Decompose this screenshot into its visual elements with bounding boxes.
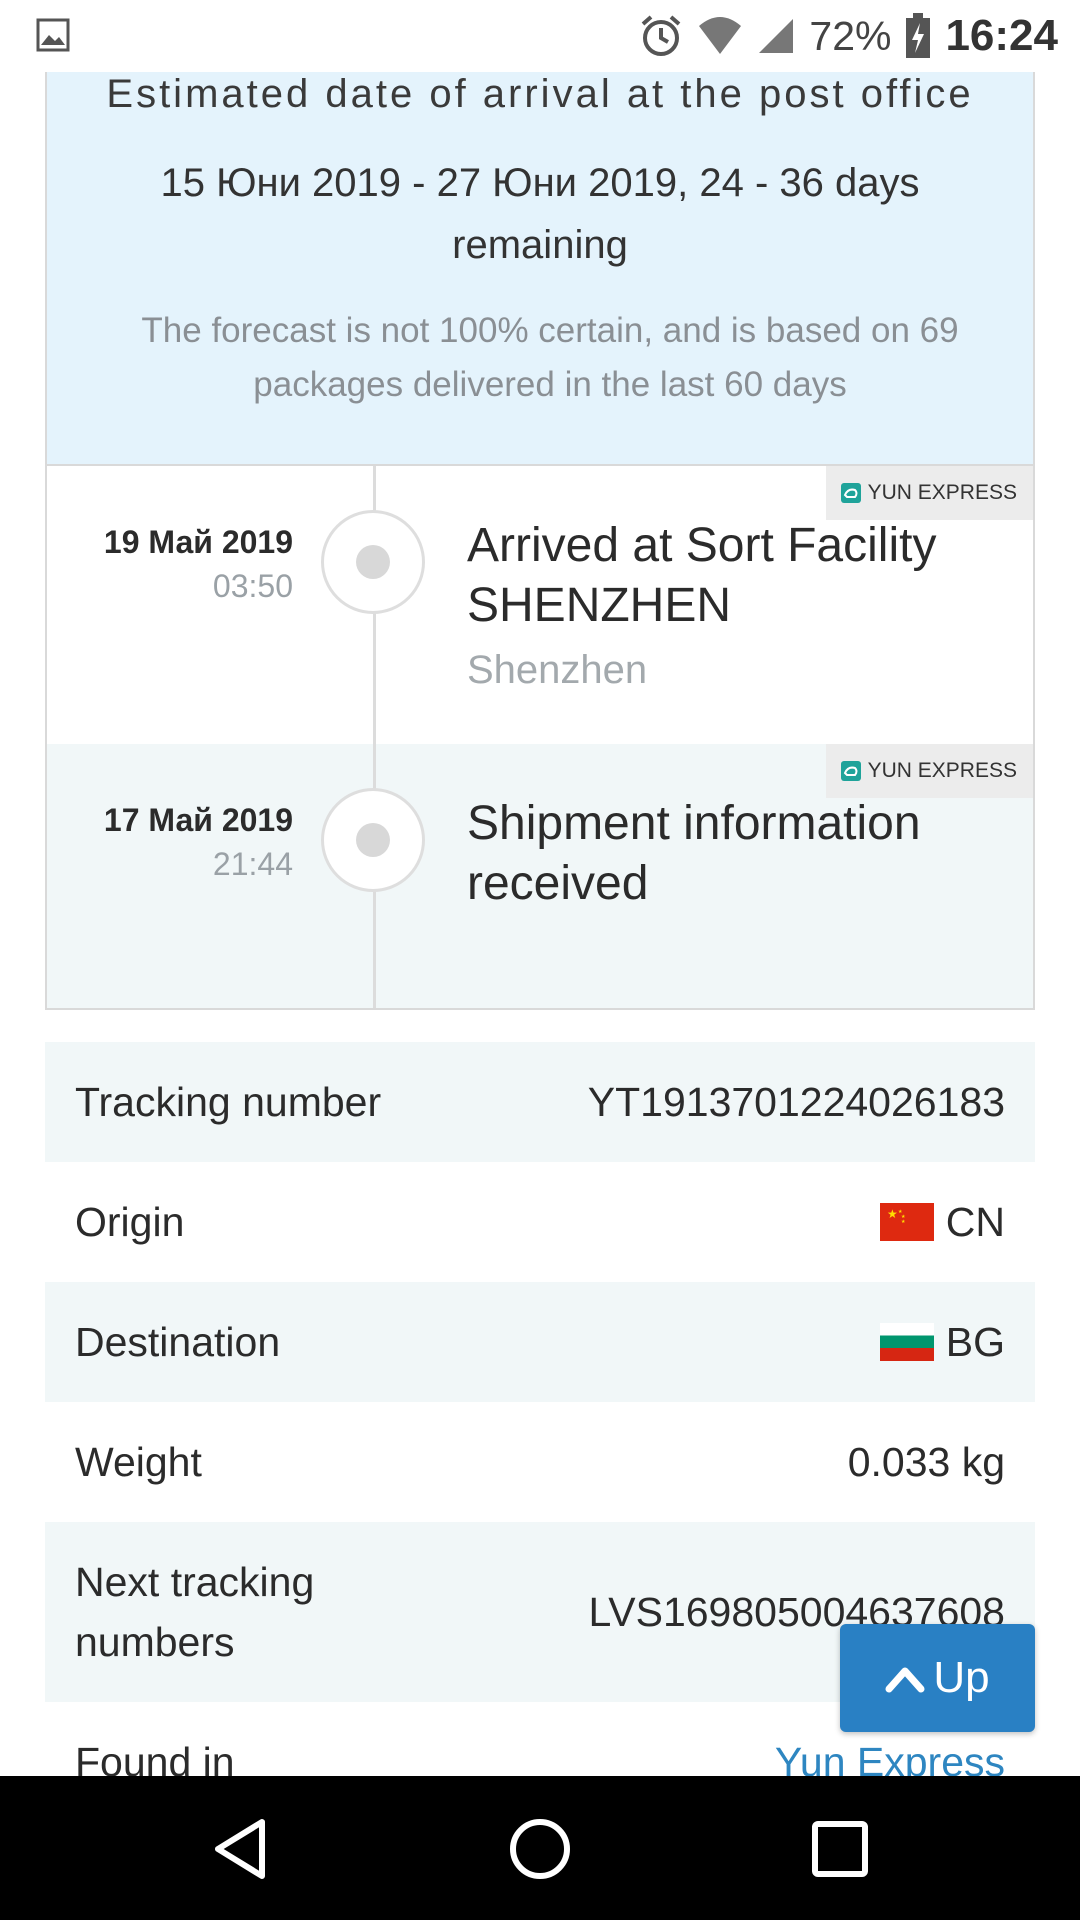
scroll-up-button[interactable]: Up xyxy=(840,1624,1035,1732)
battery-percent: 72% xyxy=(809,12,892,59)
timeline-dot-icon xyxy=(321,788,425,892)
origin-value-wrap: ★ ★ ★ ★ CN xyxy=(879,1198,1005,1246)
weight-value: 0.033 kg xyxy=(847,1438,1005,1485)
destination-value-wrap: BG xyxy=(879,1318,1005,1366)
tracking-number-value[interactable]: YT1913701224026183 xyxy=(588,1079,1005,1126)
found-in-label: Found in xyxy=(75,1739,235,1776)
timeline-event: 19 Май 2019 03:50 Arrived at Sort Facili… xyxy=(47,466,1033,744)
tracking-number-label: Tracking number xyxy=(75,1079,382,1125)
event-title: Arrived at Sort Facility SHENZHEN xyxy=(467,519,937,632)
chevron-up-icon xyxy=(885,1667,925,1693)
recents-icon[interactable] xyxy=(805,1814,875,1884)
back-icon[interactable] xyxy=(206,1814,276,1884)
weight-label: Weight xyxy=(75,1439,202,1485)
arrival-estimate-panel: Estimated date of arrival at the post of… xyxy=(45,72,1035,464)
carrier-logo-icon xyxy=(840,761,861,781)
event-date: 19 Май 2019 xyxy=(103,524,293,560)
event-location: Shenzhen xyxy=(467,648,648,692)
tracking-timeline: 19 Май 2019 03:50 Arrived at Sort Facili… xyxy=(45,464,1035,1010)
alarm-icon xyxy=(642,15,681,56)
origin-row: Origin ★ ★ ★ ★ CN xyxy=(45,1162,1035,1282)
timeline-dot-icon xyxy=(321,510,425,614)
carrier-logo-icon xyxy=(840,483,861,503)
estimate-note: The forecast is not 100% certain, and is… xyxy=(141,311,959,404)
bulgaria-flag-icon xyxy=(879,1323,934,1361)
wifi-icon xyxy=(699,17,742,54)
home-icon[interactable] xyxy=(505,1814,575,1884)
navigation-bar xyxy=(0,1776,1080,1920)
tracking-number-row: Tracking number YT1913701224026183 xyxy=(45,1042,1035,1162)
carrier-name: YUN EXPRESS xyxy=(867,481,1017,504)
weight-row: Weight 0.033 kg xyxy=(45,1402,1035,1522)
origin-value: CN xyxy=(945,1198,1005,1245)
status-bar: 72% 16:24 xyxy=(0,0,1080,72)
carrier-name: YUN EXPRESS xyxy=(867,759,1017,782)
tracking-page[interactable]: Estimated date of arrival at the post of… xyxy=(0,72,1080,1776)
svg-text:★: ★ xyxy=(901,1219,906,1225)
destination-value: BG xyxy=(945,1318,1005,1365)
found-in-link[interactable]: Yun Express xyxy=(775,1739,1005,1777)
destination-label: Destination xyxy=(75,1319,281,1365)
china-flag-icon: ★ ★ ★ ★ xyxy=(879,1203,934,1241)
svg-text:★: ★ xyxy=(887,1207,898,1221)
event-date: 17 Май 2019 xyxy=(103,802,293,838)
event-time: 03:50 xyxy=(212,568,293,604)
carrier-badge: YUN EXPRESS xyxy=(825,466,1033,520)
clock: 16:24 xyxy=(945,11,1058,60)
gallery-icon xyxy=(36,18,70,52)
next-tracking-label: Next tracking numbers xyxy=(75,1559,315,1665)
signal-icon xyxy=(759,19,794,53)
carrier-badge: YUN EXPRESS xyxy=(825,744,1033,798)
event-title: Shipment information received xyxy=(467,797,921,910)
origin-label: Origin xyxy=(75,1199,185,1245)
timeline-event: 17 Май 2019 21:44 Shipment information r… xyxy=(47,744,1033,1008)
estimate-range: 15 Юни 2019 - 27 Юни 2019, 24 - 36 days … xyxy=(160,161,920,267)
battery-charging-icon xyxy=(906,13,931,58)
event-time: 21:44 xyxy=(212,846,293,882)
estimate-title: Estimated date of arrival at the post of… xyxy=(106,72,974,116)
destination-row: Destination BG xyxy=(45,1282,1035,1402)
scroll-up-label: Up xyxy=(933,1653,990,1702)
